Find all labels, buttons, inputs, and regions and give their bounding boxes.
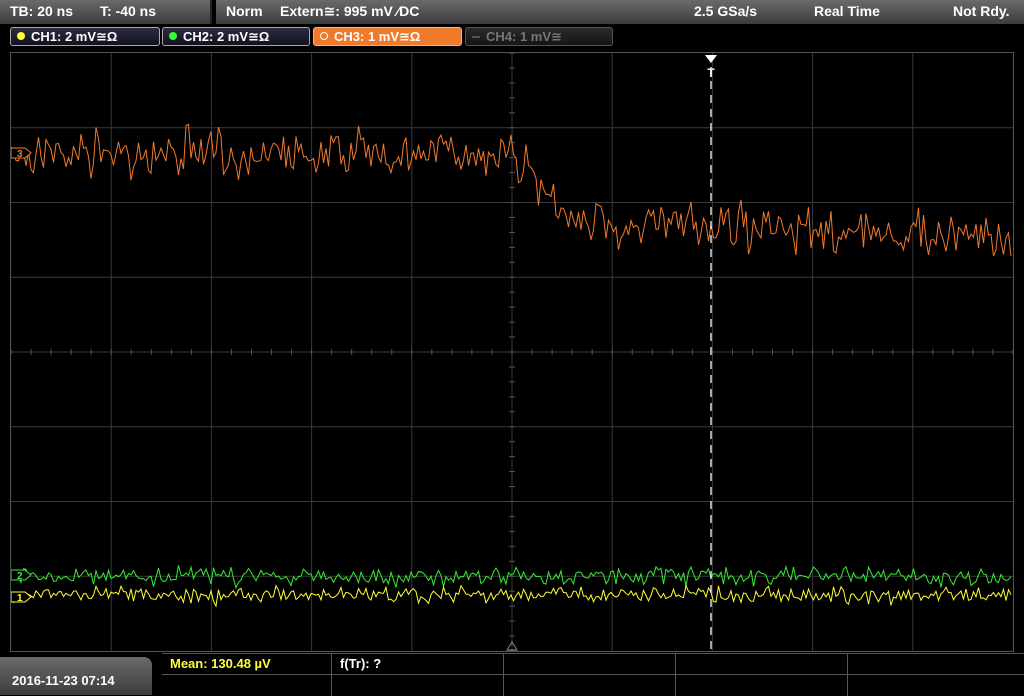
trigger-marker-label: T bbox=[707, 66, 715, 80]
tab-ch3[interactable]: CH3: 1 mV≅Ω bbox=[313, 27, 462, 46]
ch4-label: CH4: 1 mV≅ bbox=[486, 29, 562, 44]
waveform-grid: T 3 2 1 bbox=[11, 53, 1013, 651]
mean-measurement: Mean: 130.48 µV bbox=[170, 656, 271, 671]
timebase-panel[interactable]: TB: 20 ns T: -40 ns bbox=[0, 0, 212, 24]
ch1-ground-marker-label: 1 bbox=[17, 593, 23, 604]
measurement-cell-empty-2[interactable] bbox=[676, 654, 848, 696]
measurement-cell-empty-1[interactable] bbox=[504, 654, 676, 696]
acquisition-status-panel[interactable]: Norm Extern≅: 995 mV ⁄DC 2.5 GSa/s Real … bbox=[216, 0, 1024, 24]
ch2-label: CH2: 2 mV≅Ω bbox=[183, 29, 270, 44]
tab-ch1[interactable]: CH1: 2 mV≅Ω bbox=[10, 27, 160, 46]
ch3-indicator-icon bbox=[320, 32, 328, 40]
timebase-label: TB: 20 ns bbox=[10, 3, 74, 19]
measurement-row-divider bbox=[162, 674, 1024, 675]
trigger-mode: Norm bbox=[226, 3, 263, 19]
datetime-panel: 2016-11-23 07:14 bbox=[0, 657, 152, 695]
measurement-cell-mean[interactable]: Mean: 130.48 µV bbox=[162, 654, 332, 696]
acquisition-mode: Real Time bbox=[814, 3, 880, 19]
ch3-ground-marker-label: 3 bbox=[17, 149, 23, 160]
trigger-offset-label: T: -40 ns bbox=[100, 3, 157, 19]
datetime-label: 2016-11-23 07:14 bbox=[12, 673, 115, 688]
ch1-label: CH1: 2 mV≅Ω bbox=[31, 29, 118, 44]
measurement-panel[interactable]: Mean: 130.48 µV f(Tr): ? bbox=[162, 653, 1024, 696]
ch1-indicator-icon bbox=[17, 32, 25, 40]
ch3-trace bbox=[11, 123, 1012, 257]
trigger-source: Extern≅: 995 mV ⁄DC bbox=[280, 3, 420, 19]
ch1-trace bbox=[11, 583, 1012, 608]
ch4-indicator-icon bbox=[472, 36, 480, 38]
top-status-bar: TB: 20 ns T: -40 ns Norm Extern≅: 995 mV… bbox=[0, 0, 1024, 24]
tab-ch2[interactable]: CH2: 2 mV≅Ω bbox=[162, 27, 310, 46]
tab-ch4[interactable]: CH4: 1 mV≅ bbox=[465, 27, 613, 46]
ch3-label: CH3: 1 mV≅Ω bbox=[334, 29, 421, 44]
acquisition-state: Not Rdy. bbox=[953, 3, 1010, 19]
waveform-display[interactable]: T 3 2 1 bbox=[10, 52, 1014, 652]
channel-tabs: CH1: 2 mV≅Ω CH2: 2 mV≅Ω CH3: 1 mV≅Ω CH4:… bbox=[0, 26, 1024, 48]
ch2-ground-marker-label: 2 bbox=[17, 571, 23, 582]
ch2-indicator-icon bbox=[169, 32, 177, 40]
trigger-position-icon bbox=[705, 55, 717, 63]
freq-measurement: f(Tr): ? bbox=[340, 656, 382, 671]
measurement-cell-freq[interactable]: f(Tr): ? bbox=[332, 654, 504, 696]
sample-rate: 2.5 GSa/s bbox=[694, 3, 758, 19]
